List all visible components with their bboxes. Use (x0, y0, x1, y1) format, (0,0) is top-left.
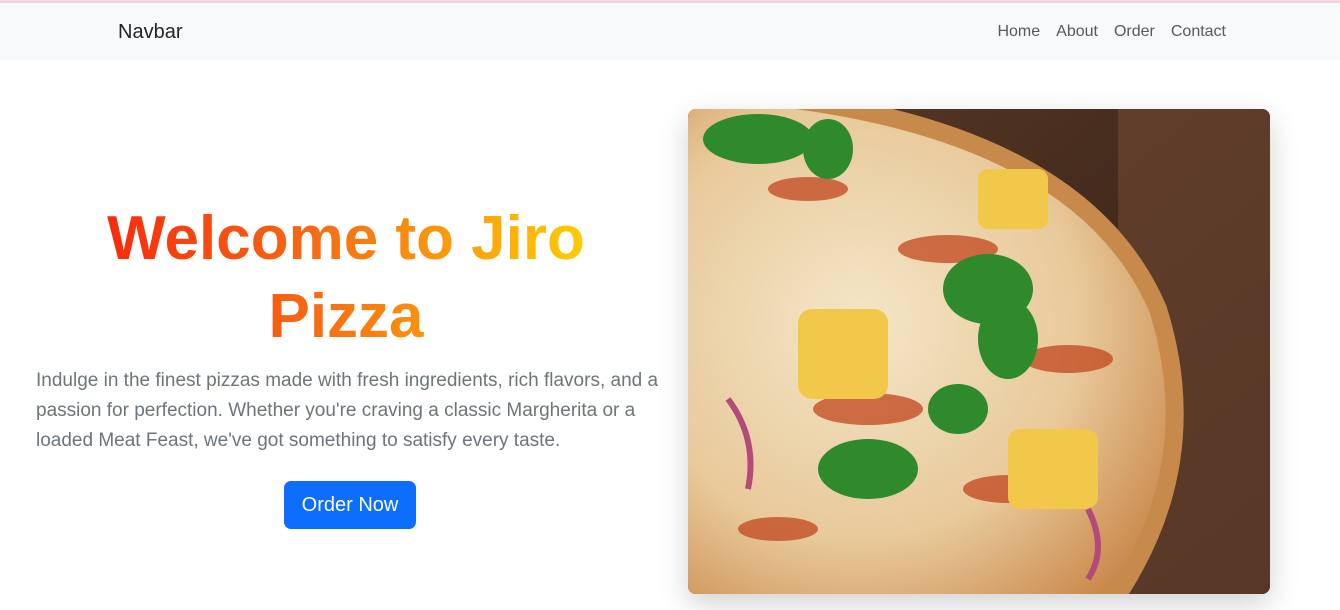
navbar-brand[interactable]: Navbar (118, 21, 182, 44)
order-now-button[interactable]: Order Now (284, 481, 416, 529)
hero-description: Indulge in the finest pizzas made with f… (36, 370, 659, 451)
nav-links: Home About Order Contact (997, 23, 1226, 41)
nav-link-about[interactable]: About (1056, 23, 1098, 41)
nav-link-contact[interactable]: Contact (1171, 23, 1226, 41)
hero-section: Welcome to Jiro Pizza Indulge in the fin… (36, 200, 666, 456)
pizza-image (688, 109, 1270, 594)
hero-title: Welcome to Jiro Pizza (36, 200, 656, 356)
nav-link-home[interactable]: Home (997, 23, 1040, 41)
navbar: Navbar Home About Order Contact (0, 3, 1340, 60)
pizza-photo-icon (688, 109, 1270, 594)
nav-link-order[interactable]: Order (1114, 23, 1155, 41)
